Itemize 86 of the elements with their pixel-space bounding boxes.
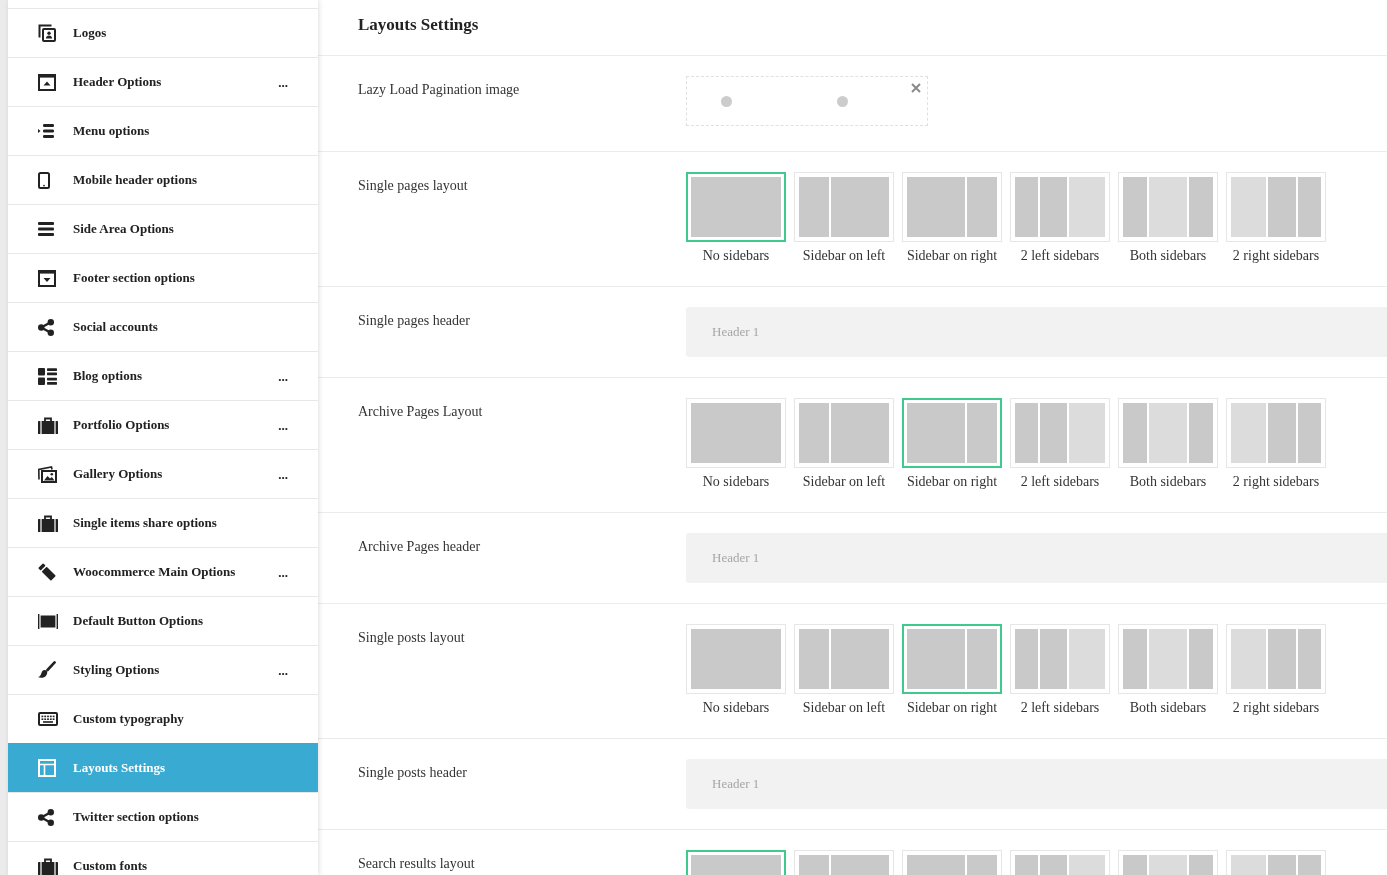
two-right-sidebars-layout-icon	[1231, 177, 1321, 237]
setting-label: Lazy Load Pagination image	[358, 82, 520, 97]
sidebar-item[interactable]: Side Area Options	[8, 204, 318, 253]
right-sidebar-layout-icon	[907, 629, 997, 689]
layout-caption: Sidebar on left	[802, 473, 886, 491]
submenu-indicator: ...	[278, 565, 288, 579]
two-right-sidebars-layout-icon	[1231, 629, 1321, 689]
setting-label: Single posts header	[358, 765, 467, 780]
layout-caption: Both sidebars	[1129, 473, 1207, 491]
left-sidebar-layout-icon	[799, 177, 889, 237]
dot-icon	[837, 95, 848, 107]
layout-caption: 2 right sidebars	[1232, 699, 1320, 717]
two-left-sidebars-layout-icon	[1015, 177, 1105, 237]
grid-list-icon	[38, 367, 57, 385]
right-sidebar-layout-icon	[907, 403, 997, 463]
layout-caption: No sidebars	[702, 473, 770, 491]
layout-caption: No sidebars	[702, 247, 770, 265]
sidebar-item[interactable]: Twitter section options	[8, 792, 318, 841]
full-width-layout-icon	[691, 177, 781, 237]
layout-caption: Sidebar on right	[906, 247, 998, 265]
both-sidebars-layout-icon	[1123, 629, 1213, 689]
sidebar-item[interactable]: Footer section options	[8, 253, 318, 302]
layout-caption: No sidebars	[702, 699, 770, 717]
close-icon[interactable]	[911, 83, 921, 93]
sidebar-item[interactable]: Logos	[8, 8, 318, 57]
layout-option[interactable]	[902, 624, 1002, 694]
layout-caption: Sidebar on left	[802, 247, 886, 265]
briefcase-icon	[38, 514, 58, 532]
submenu-indicator: ...	[278, 663, 288, 677]
layout-caption: Sidebar on right	[906, 473, 998, 491]
briefcase-icon	[38, 416, 58, 434]
dot-icon	[721, 95, 732, 107]
share-icon	[38, 318, 54, 336]
bracketed-bar-icon	[38, 613, 58, 629]
layout-option[interactable]	[902, 398, 1002, 468]
sidebar-item[interactable]: Portfolio Options ...	[8, 400, 318, 449]
layout-caption: Both sidebars	[1129, 699, 1207, 717]
portrait-icon	[38, 24, 56, 42]
sidebar-item[interactable]: Blog options ...	[8, 351, 318, 400]
setting-label: Single posts layout	[358, 630, 465, 645]
right-sidebar-layout-icon	[907, 177, 997, 237]
both-sidebars-layout-icon	[1123, 177, 1213, 237]
sidebar-item[interactable]: Header Options ...	[8, 57, 318, 106]
sidebar-item[interactable]: Custom fonts	[8, 841, 318, 875]
brush-icon	[38, 661, 56, 679]
sidebar-item[interactable]: Single items share options	[8, 498, 318, 547]
setting-label: Search results layout	[358, 856, 475, 871]
setting-label: Archive Pages header	[358, 539, 481, 554]
left-sidebar-layout-icon	[799, 403, 889, 463]
setting-label: Single pages layout	[358, 178, 468, 193]
caret-up-square-icon	[38, 73, 56, 91]
picture-icon	[38, 465, 57, 483]
indent-list-icon	[38, 124, 54, 138]
phone-icon	[38, 171, 50, 189]
two-left-sidebars-layout-icon	[1015, 403, 1105, 463]
setting-label: Single pages header	[358, 313, 470, 328]
briefcase-icon	[38, 857, 58, 875]
layout-icon	[38, 759, 56, 777]
tag-icon	[38, 563, 56, 581]
layout-caption: 2 left sidebars	[1020, 473, 1100, 491]
keyboard-icon	[38, 712, 58, 726]
submenu-indicator: ...	[278, 467, 288, 481]
full-width-layout-icon	[691, 629, 781, 689]
sidebar-item[interactable]: Gallery Options ...	[8, 449, 318, 498]
both-sidebars-layout-icon	[1123, 403, 1213, 463]
two-right-sidebars-layout-icon	[1231, 403, 1321, 463]
sidebar-item[interactable]: Default Button Options	[8, 596, 318, 645]
left-sidebar-layout-icon	[799, 629, 889, 689]
submenu-indicator: ...	[278, 418, 288, 432]
layout-caption: Sidebar on left	[802, 699, 886, 717]
two-left-sidebars-layout-icon	[1015, 629, 1105, 689]
layout-caption: 2 right sidebars	[1232, 473, 1320, 491]
full-width-layout-icon	[691, 403, 781, 463]
layout-caption: 2 left sidebars	[1020, 699, 1100, 717]
layout-caption: Sidebar on right	[906, 699, 998, 717]
layout-caption: 2 right sidebars	[1232, 247, 1320, 265]
submenu-indicator: ...	[278, 75, 288, 89]
layout-caption: Both sidebars	[1129, 247, 1207, 265]
caret-down-square-icon	[38, 269, 56, 287]
page-title: Layouts Settings	[358, 15, 479, 34]
submenu-indicator: ...	[278, 369, 288, 383]
share-icon	[38, 808, 54, 826]
layout-option[interactable]	[686, 172, 786, 242]
setting-label: Archive Pages Layout	[358, 404, 483, 419]
bars-icon	[38, 222, 54, 236]
layout-caption: 2 left sidebars	[1020, 247, 1100, 265]
